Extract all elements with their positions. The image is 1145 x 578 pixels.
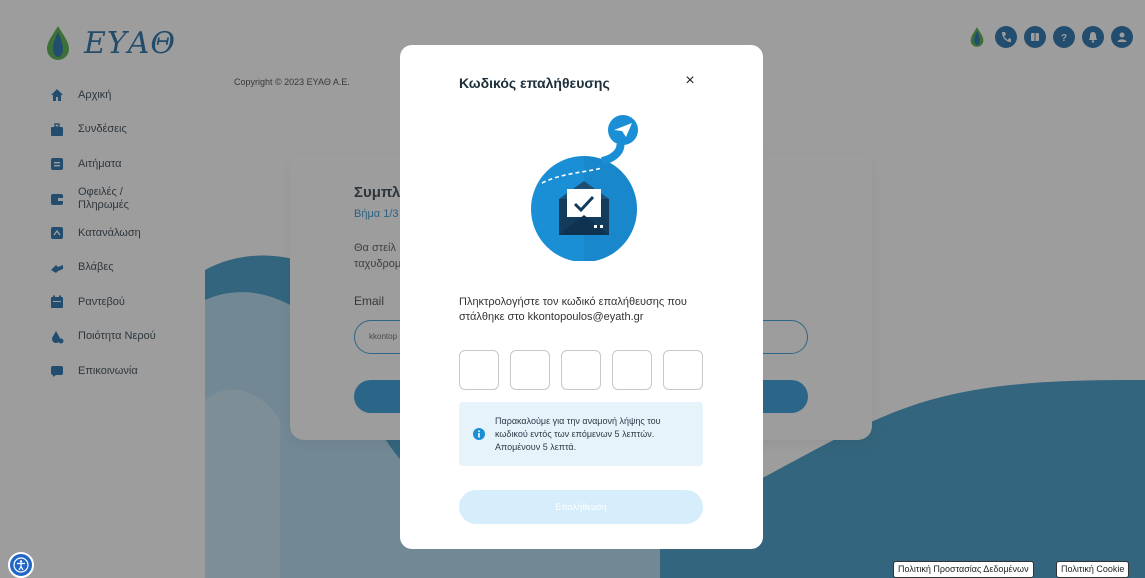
envelope-illustration-icon <box>531 115 638 261</box>
verification-modal: Κωδικός επαλήθευσης × Πληκτρολογήστε τον… <box>400 45 763 549</box>
code-digit-5[interactable] <box>663 350 703 390</box>
code-input-group <box>459 350 703 390</box>
close-icon[interactable]: × <box>682 72 698 89</box>
verify-button[interactable]: Επαλήθευση <box>459 490 703 524</box>
cookie-policy-link[interactable]: Πολιτική Cookie <box>1056 561 1130 578</box>
code-digit-4[interactable] <box>612 350 652 390</box>
app-page: ΕΥΑΘ Αρχική Συνδέσεις Αιτήματα Οφειλές /… <box>0 0 1145 578</box>
code-digit-1[interactable] <box>459 350 499 390</box>
modal-title: Κωδικός επαλήθευσης <box>459 75 610 91</box>
accessibility-button[interactable] <box>8 552 34 578</box>
privacy-policy-link[interactable]: Πολιτική Προστασίας Δεδομένων <box>893 561 1034 578</box>
code-digit-3[interactable] <box>561 350 601 390</box>
wait-notice-text: Παρακαλούμε για την αναμονή λήψης του κω… <box>495 415 661 452</box>
verification-prompt: Πληκτρολογήστε τον κωδικό επαλήθευσης πο… <box>459 296 687 323</box>
info-icon <box>473 428 485 440</box>
accessibility-icon <box>13 557 29 573</box>
wait-notice: Παρακαλούμε για την αναμονή λήψης του κω… <box>459 402 703 466</box>
code-digit-2[interactable] <box>510 350 550 390</box>
